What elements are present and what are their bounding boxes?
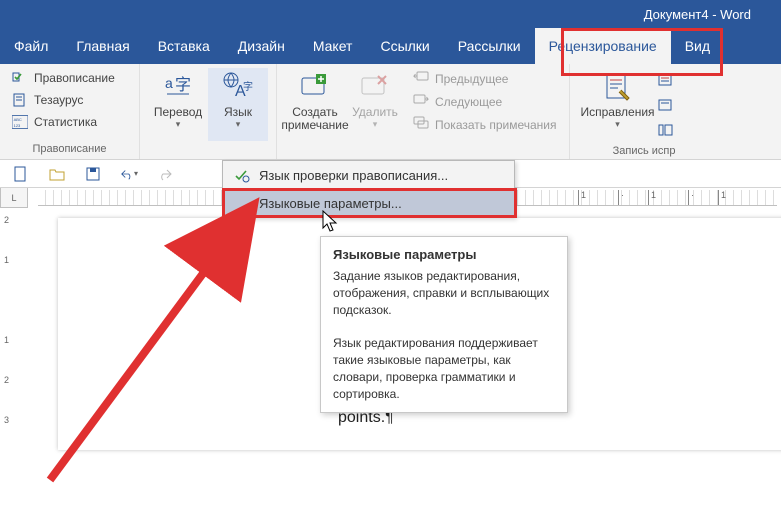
abc123-icon: ABC123: [12, 114, 28, 130]
language-button[interactable]: A字 Язык ▾: [208, 68, 268, 141]
reviewing-pane-icon[interactable]: [658, 124, 676, 143]
track-changes-button[interactable]: Исправления ▾: [578, 68, 658, 143]
spelling-label: Правописание: [34, 71, 115, 85]
svg-text:字: 字: [175, 76, 191, 94]
tooltip-body-1: Задание языков редактирования, отображен…: [333, 268, 555, 318]
redo-icon[interactable]: [156, 165, 174, 183]
chevron-down-icon: ▾: [615, 119, 620, 130]
group-proofing: Правописание Тезаурус ABC123 Статистика …: [0, 64, 140, 159]
comments-icon: [413, 116, 429, 133]
menu-item-label-2: Языковые параметры...: [259, 196, 402, 211]
menu-item-language-preferences[interactable]: Языковые параметры...: [223, 189, 514, 217]
group-tracking: Исправления ▾ Запись испр: [570, 64, 684, 159]
delete-comment-button[interactable]: Удалить ▾: [345, 68, 405, 141]
prev-comment-button[interactable]: Предыдущее: [409, 68, 561, 89]
new-doc-icon[interactable]: [12, 165, 30, 183]
comment-next-icon: [413, 93, 429, 110]
open-icon[interactable]: [48, 165, 66, 183]
thesaurus-label: Тезаурус: [34, 93, 83, 107]
tab-selector[interactable]: L: [0, 188, 28, 208]
vertical-ruler[interactable]: 2 1 1 2 3: [0, 208, 28, 505]
tooltip: Языковые параметры Задание языков редакт…: [320, 236, 568, 413]
translate-icon: a字: [161, 70, 195, 104]
track-changes-label: Исправления: [580, 106, 654, 119]
comment-prev-icon: [413, 70, 429, 87]
tab-view[interactable]: Вид: [671, 28, 724, 64]
svg-text:a: a: [165, 75, 173, 91]
chevron-down-icon: ▾: [176, 119, 181, 130]
chevron-down-icon: ▾: [236, 119, 241, 130]
title-bar: Документ4 - Word: [0, 0, 781, 28]
show-comments-label: Показать примечания: [435, 118, 557, 132]
next-comment-label: Следующее: [435, 95, 502, 109]
tab-review[interactable]: Рецензирование: [535, 28, 671, 64]
comment-delete-icon: [358, 70, 392, 104]
delete-comment-label: Удалить: [352, 106, 398, 119]
tab-design[interactable]: Дизайн: [224, 28, 299, 64]
language-icon: A字: [221, 70, 255, 104]
track-changes-icon: [601, 70, 635, 104]
tab-insert[interactable]: Вставка: [144, 28, 224, 64]
show-comments-button[interactable]: Показать примечания: [409, 114, 561, 135]
save-icon[interactable]: [84, 165, 102, 183]
statistics-button[interactable]: ABC123 Статистика: [8, 112, 119, 132]
spelling-button[interactable]: Правописание: [8, 68, 119, 88]
tab-home[interactable]: Главная: [62, 28, 143, 64]
markup-dropdown-icon[interactable]: [658, 74, 676, 93]
new-comment-button[interactable]: Создать примечание: [285, 68, 345, 141]
thesaurus-button[interactable]: Тезаурус: [8, 90, 119, 110]
group-tracking-title: Запись испр: [578, 143, 676, 159]
svg-text:ABC: ABC: [14, 117, 22, 122]
tab-references[interactable]: Ссылки: [366, 28, 443, 64]
new-comment-label: Создать примечание: [281, 106, 348, 132]
chevron-down-icon: ▾: [373, 119, 378, 130]
menu-item-set-proofing-language[interactable]: Язык проверки правописания...: [223, 161, 514, 189]
document-title: Документ4 - Word: [644, 7, 751, 22]
svg-text:123: 123: [14, 123, 21, 128]
prev-comment-label: Предыдущее: [435, 72, 508, 86]
ribbon-tabs: Файл Главная Вставка Дизайн Макет Ссылки…: [0, 28, 781, 64]
group-proofing-title: Правописание: [8, 141, 131, 157]
blank-icon: [233, 194, 251, 212]
book-icon: [12, 92, 28, 108]
tab-mailings[interactable]: Рассылки: [444, 28, 535, 64]
group-comments: Создать примечание Удалить ▾ Предыдущее: [277, 64, 570, 159]
check-language-icon: [233, 166, 251, 184]
check-icon: [12, 70, 28, 86]
language-dropdown: Язык проверки правописания... Языковые п…: [222, 160, 515, 218]
show-markup-icon[interactable]: [658, 99, 676, 118]
translate-label: Перевод: [154, 106, 202, 119]
next-comment-button[interactable]: Следующее: [409, 91, 561, 112]
menu-item-label-1: Язык проверки правописания...: [259, 168, 448, 183]
tooltip-title: Языковые параметры: [333, 247, 555, 262]
comment-add-icon: [298, 70, 332, 104]
statistics-label: Статистика: [34, 115, 97, 129]
svg-text:字: 字: [243, 80, 253, 93]
group-language: a字 Перевод ▾ A字 Язык ▾: [140, 64, 277, 159]
undo-icon[interactable]: ▾: [120, 165, 138, 183]
language-label: Язык: [224, 106, 252, 119]
tab-layout[interactable]: Макет: [299, 28, 367, 64]
translate-button[interactable]: a字 Перевод ▾: [148, 68, 208, 141]
tooltip-body-2: Язык редактирования поддерживает такие я…: [333, 335, 555, 402]
tab-file[interactable]: Файл: [0, 28, 62, 64]
ribbon: Правописание Тезаурус ABC123 Статистика …: [0, 64, 781, 160]
